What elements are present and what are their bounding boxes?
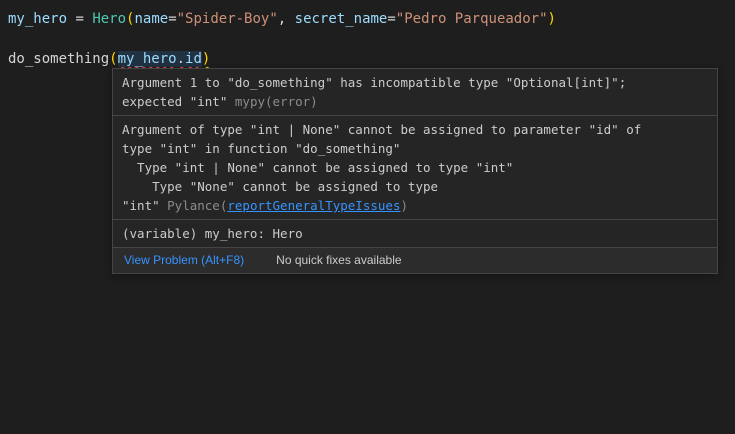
hover-line: (variable) my_hero: Hero	[122, 224, 708, 243]
hover-line: Argument 1 to "do_something" has incompa…	[122, 73, 708, 92]
code-line[interactable]: do_something(my_hero.id)	[8, 49, 735, 69]
code-token: my_hero	[8, 11, 67, 27]
variable-info: (variable) my_hero: Hero	[113, 220, 717, 248]
no-quick-fixes-label: No quick fixes available	[276, 253, 401, 267]
hover-text: Pylance(	[167, 198, 227, 213]
hover-text: Type "int | None" cannot be assigned to …	[122, 160, 513, 175]
code-token: "Pedro Parqueador"	[396, 11, 548, 27]
code-token: )	[202, 51, 210, 67]
pylance-diagnostic: Argument of type "int | None" cannot be …	[113, 116, 717, 220]
code-token: name	[134, 11, 168, 27]
hover-line: Type "None" cannot be assigned to type	[122, 177, 708, 196]
code-token: =	[168, 11, 176, 27]
view-problem-link[interactable]: View Problem (Alt+F8)	[124, 253, 244, 267]
hover-text: Type "None" cannot be assigned to type	[122, 179, 438, 194]
diagnostic-rule-link[interactable]: reportGeneralTypeIssues	[227, 198, 400, 213]
code-line[interactable]	[8, 29, 735, 49]
code-token: Hero	[92, 11, 126, 27]
hover-text: Argument 1 to "do_something" has incompa…	[122, 75, 626, 90]
hover-text: Argument of type "int | None" cannot be …	[122, 122, 641, 137]
hover-line: Argument of type "int | None" cannot be …	[122, 120, 708, 139]
hover-text: )	[400, 198, 408, 213]
code-token: .	[177, 51, 185, 67]
hover-text: expected "int"	[122, 94, 235, 109]
code-token: id	[185, 51, 202, 67]
hover-text: (variable) my_hero: Hero	[122, 226, 303, 241]
mypy-diagnostic: Argument 1 to "do_something" has incompa…	[113, 69, 717, 116]
code-lines: my_hero = Hero(name="Spider-Boy", secret…	[8, 9, 735, 69]
code-token: my_hero	[118, 51, 177, 67]
hover-line: Type "int | None" cannot be assigned to …	[122, 158, 708, 177]
hover-tooltip: Argument 1 to "do_something" has incompa…	[112, 68, 718, 274]
code-token: secret_name	[295, 11, 388, 27]
hover-line: type "int" in function "do_something"	[122, 139, 708, 158]
hover-status-bar: View Problem (Alt+F8) No quick fixes ava…	[113, 248, 717, 273]
code-token: do_something	[8, 51, 109, 67]
hover-text: mypy(error)	[235, 94, 318, 109]
hover-text: type "int" in function "do_something"	[122, 141, 400, 156]
hover-sections: Argument 1 to "do_something" has incompa…	[113, 69, 717, 248]
code-token: =	[67, 11, 92, 27]
hover-text: "int"	[122, 198, 167, 213]
code-line[interactable]: my_hero = Hero(name="Spider-Boy", secret…	[8, 9, 735, 29]
code-token: ,	[278, 11, 295, 27]
code-token: (	[109, 51, 117, 67]
hover-line: expected "int" mypy(error)	[122, 92, 708, 111]
code-token: =	[387, 11, 395, 27]
code-editor[interactable]: my_hero = Hero(name="Spider-Boy", secret…	[8, 9, 735, 69]
code-token: )	[548, 11, 556, 27]
code-token: "Spider-Boy"	[177, 11, 278, 27]
hover-line: "int" Pylance(reportGeneralTypeIssues)	[122, 196, 708, 215]
